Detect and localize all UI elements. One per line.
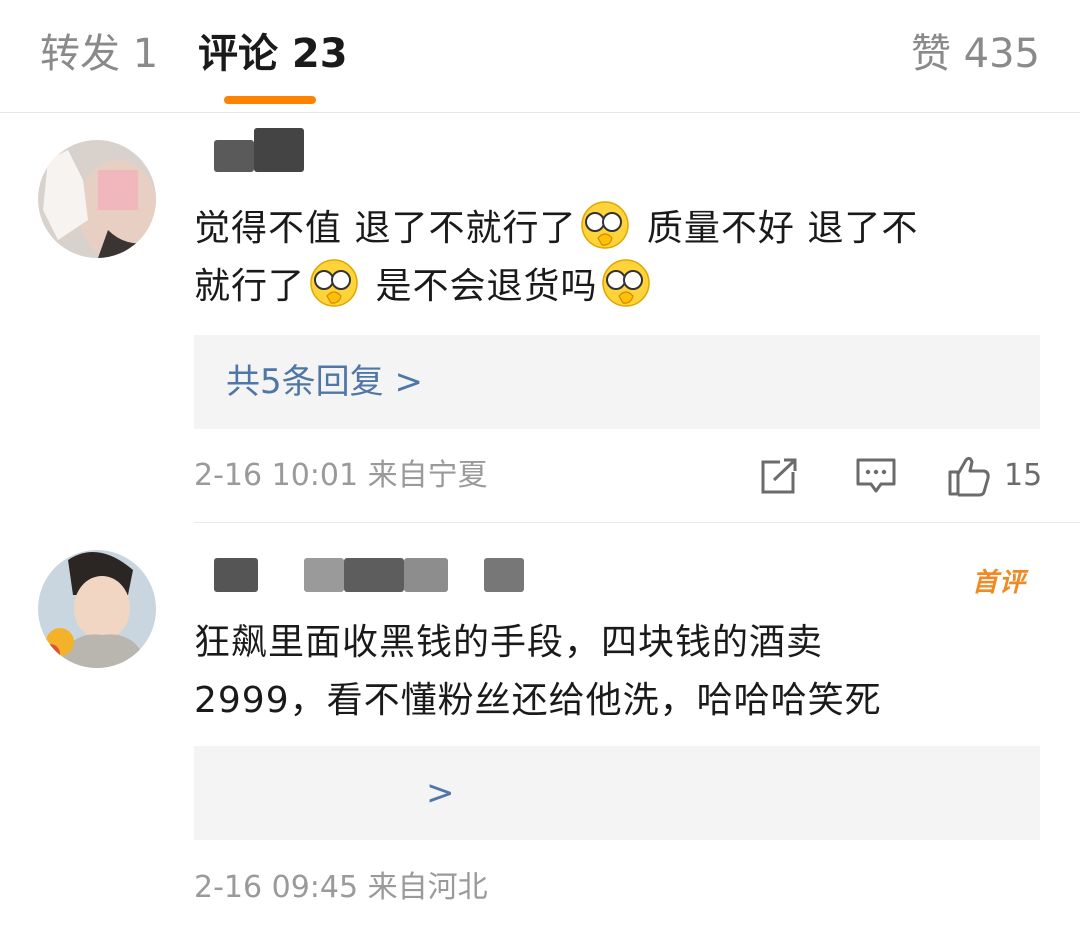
tab-comments[interactable]: 评论 23 [198,28,348,80]
comment-time: 2-16 09:45 [194,870,359,905]
comment-time: 2-16 10:01 [194,458,359,493]
comment-meta: 2-16 09:45 来自河北 [194,868,488,908]
divider [194,522,1080,523]
view-replies-link[interactable]: 共5条回复 > [226,357,423,407]
comment-meta: 2-16 10:01 来自宁夏 [194,456,488,496]
hand-over-eyes-emoji [310,259,358,307]
hand-over-eyes-emoji [602,259,651,307]
comment-location: 来自河北 [367,870,488,905]
username-blurred[interactable] [214,128,304,172]
username-blurred[interactable] [214,558,564,592]
first-comment-badge: 首评 [972,568,1027,598]
avatar[interactable] [38,550,156,668]
active-tab-indicator [224,96,316,104]
comment-icon[interactable] [855,456,897,496]
comment-text: 狂飙里面收黑钱的手段，四块钱的酒卖 2999，看不懂粉丝还给他洗，哈哈哈笑死 [194,622,882,721]
hand-over-eyes-emoji [581,201,630,249]
like-count: 15 [1004,458,1043,493]
comment-location: 来自宁夏 [367,458,488,493]
comment-text: 觉得不值 退了不就行了 质量不好 退了不 就行了 是不会退货吗 [194,200,1040,316]
tab-repost[interactable]: 转发 1 [40,28,158,80]
tab-bar: 转发 1 评论 23 赞 435 [0,0,1080,113]
thumbs-up-icon[interactable] [946,452,992,498]
share-icon[interactable] [760,456,800,496]
tab-likes[interactable]: 赞 435 [911,28,1040,80]
view-replies-arrow[interactable]: > [426,768,455,818]
replies-box[interactable]: > [194,746,1040,840]
replies-box[interactable]: 共5条回复 > [194,335,1040,429]
avatar[interactable] [38,140,156,258]
